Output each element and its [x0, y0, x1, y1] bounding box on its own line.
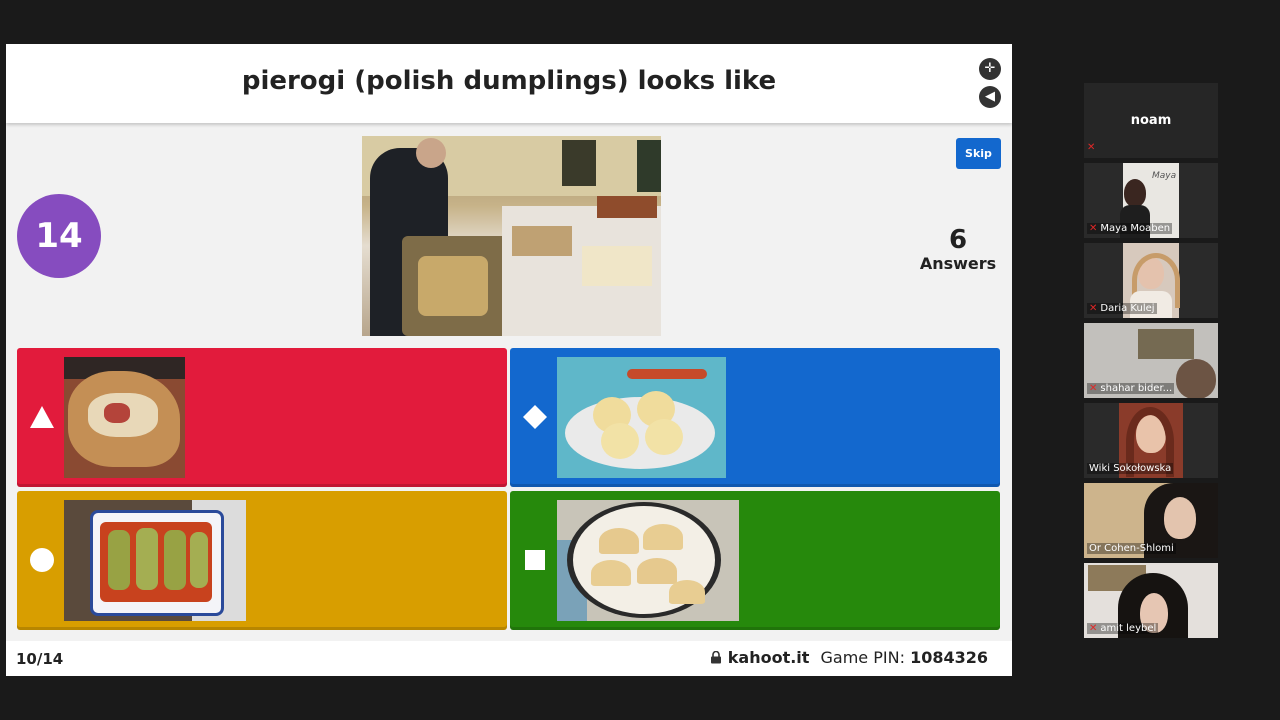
- question-progress: 10/14: [16, 650, 64, 668]
- countdown-timer: 14: [17, 194, 101, 278]
- muted-mic-icon: ✕: [1089, 623, 1098, 634]
- game-pin-info: kahoot.it Game PIN: 1084326: [710, 648, 988, 667]
- circle-icon: [30, 548, 54, 572]
- muted-mic-icon: ✕: [1087, 142, 1096, 153]
- answer-image-1: [64, 357, 185, 478]
- pin-value: 1084326: [910, 648, 988, 667]
- muted-mic-icon: ✕: [1089, 383, 1098, 394]
- volume-icon[interactable]: ◀: [979, 86, 1001, 108]
- answer-tile-1[interactable]: [17, 348, 507, 487]
- participant-name: noam: [1130, 113, 1172, 128]
- participant-name: Wiki Sokołowska: [1087, 463, 1174, 474]
- answers-label: Answers: [919, 254, 997, 273]
- fullscreen-icon[interactable]: ✛: [979, 58, 1001, 80]
- question-image: [362, 136, 661, 336]
- participant-tile-wiki[interactable]: Wiki Sokołowska: [1084, 403, 1218, 478]
- participant-tile-noam[interactable]: noam ✕: [1084, 83, 1218, 158]
- answer-tile-3[interactable]: [17, 491, 507, 630]
- answer-tile-4[interactable]: [510, 491, 1000, 630]
- answer-image-2: [557, 357, 726, 478]
- kahoot-footer: 10/14 kahoot.it Game PIN: 1084326: [6, 641, 1012, 676]
- question-title: pierogi (polish dumplings) looks like: [241, 66, 777, 96]
- answer-image-4: [557, 500, 739, 621]
- shared-screen: pierogi (polish dumplings) looks like ✛ …: [6, 44, 1012, 676]
- participant-name: ✕ shahar bider...: [1087, 383, 1175, 394]
- lock-icon: [710, 650, 721, 664]
- participant-tile-maya[interactable]: Maya ✕ Maya Moaben: [1084, 163, 1218, 238]
- square-icon: [525, 550, 545, 570]
- participant-tile-daria[interactable]: ✕ Daria Kulej: [1084, 243, 1218, 318]
- answers-counter: 6 Answers: [912, 226, 1004, 273]
- answer-tile-2[interactable]: [510, 348, 1000, 487]
- participant-tile-or[interactable]: Or Cohen-Shlomi: [1084, 483, 1218, 558]
- answers-count: 6: [948, 225, 968, 255]
- muted-mic-icon: ✕: [1089, 223, 1098, 234]
- kahoot-site: kahoot.it: [727, 648, 810, 667]
- participant-name: ✕ amit leybel: [1087, 623, 1159, 634]
- triangle-icon: [30, 406, 54, 428]
- participant-name: Or Cohen-Shlomi: [1087, 543, 1176, 554]
- participant-tile-amit[interactable]: ✕ amit leybel: [1084, 563, 1218, 638]
- muted-mic-icon: ✕: [1089, 303, 1098, 314]
- participant-tile-shahar[interactable]: ✕ shahar bider...: [1084, 323, 1218, 398]
- answer-image-3: [64, 500, 246, 621]
- question-bar: pierogi (polish dumplings) looks like ✛ …: [6, 44, 1012, 123]
- pin-label: Game PIN:: [820, 648, 905, 667]
- participant-name: ✕ Daria Kulej: [1087, 303, 1157, 314]
- diamond-icon: [523, 405, 547, 429]
- participant-name: ✕ Maya Moaben: [1087, 223, 1173, 234]
- skip-button[interactable]: Skip: [956, 138, 1001, 169]
